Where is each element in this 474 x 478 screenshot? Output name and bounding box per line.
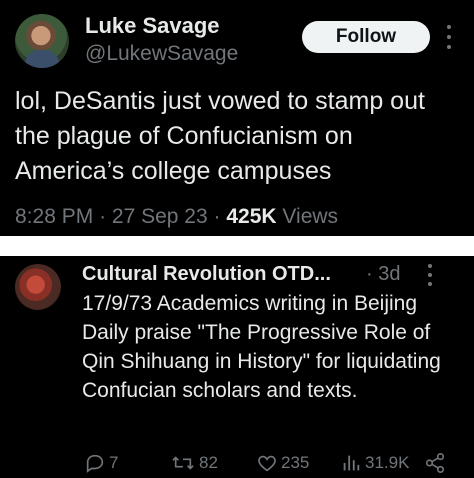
retweet-count: 82 bbox=[199, 453, 218, 472]
quoted-author-avatar[interactable] bbox=[15, 264, 61, 310]
more-dot bbox=[447, 45, 451, 49]
main-tweet: Luke Savage @LukewSavage Follow lol, DeS… bbox=[0, 0, 474, 236]
author-handle[interactable]: @LukewSavage bbox=[85, 42, 238, 66]
tweet-text: lol, DeSantis just vowed to stamp out th… bbox=[15, 87, 425, 185]
tweet-time[interactable]: 8:28 PM bbox=[15, 205, 93, 228]
more-icon[interactable] bbox=[444, 22, 454, 52]
views-icon bbox=[343, 455, 360, 471]
views-label: Views bbox=[282, 205, 339, 228]
action-bar: 7 82 235 31.9K bbox=[0, 450, 474, 476]
quoted-tweet-text: 17/9/73 Academics writing in Beijing Dai… bbox=[82, 292, 441, 402]
share-icon bbox=[425, 453, 445, 473]
quoted-tweet[interactable]: Cultural Revolution OTD... · 3d 17/9/73 … bbox=[0, 256, 474, 478]
more-dot bbox=[447, 25, 451, 29]
author-name[interactable]: Luke Savage bbox=[85, 13, 220, 39]
views-button[interactable]: 31.9K bbox=[340, 450, 409, 476]
like-icon bbox=[258, 455, 276, 472]
meta-separator: · bbox=[213, 205, 221, 228]
age-value: 3d bbox=[378, 263, 401, 285]
quoted-author-name[interactable]: Cultural Revolution OTD... bbox=[82, 263, 331, 286]
quoted-age: · 3d bbox=[366, 263, 400, 286]
more-dot bbox=[428, 281, 432, 286]
retweet-icon bbox=[172, 456, 194, 470]
reply-count: 7 bbox=[109, 453, 119, 472]
screenshot-divider bbox=[0, 236, 474, 256]
avatar-shirt bbox=[25, 50, 59, 68]
more-dot bbox=[447, 35, 451, 39]
tweet-date[interactable]: 27 Sep 23 bbox=[112, 205, 208, 228]
retweet-button[interactable]: 82 bbox=[170, 450, 218, 476]
tweet-meta: 8:28 PM · 27 Sep 23 · 425K Views bbox=[15, 205, 338, 229]
share-button[interactable] bbox=[424, 450, 446, 476]
follow-button[interactable]: Follow bbox=[302, 21, 430, 53]
views-count: 425K bbox=[226, 205, 277, 228]
more-dot bbox=[428, 264, 432, 269]
meta-separator: · bbox=[99, 205, 107, 228]
reply-icon bbox=[86, 454, 104, 473]
more-icon[interactable] bbox=[425, 262, 435, 288]
reply-button[interactable]: 7 bbox=[84, 450, 118, 476]
views-count-quoted: 31.9K bbox=[365, 453, 410, 472]
like-button[interactable]: 235 bbox=[256, 450, 309, 476]
like-count: 235 bbox=[281, 453, 310, 472]
author-avatar[interactable] bbox=[15, 14, 69, 68]
more-dot bbox=[428, 272, 432, 277]
age-separator: · bbox=[366, 263, 373, 285]
